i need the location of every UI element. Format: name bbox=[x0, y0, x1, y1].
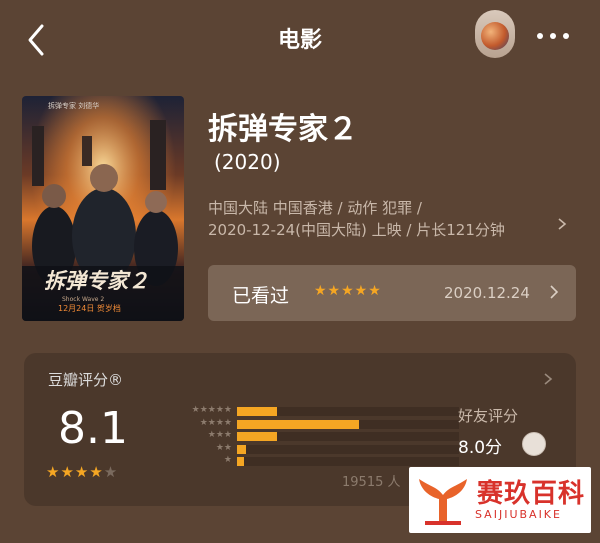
movie-poster[interactable]: 拆弹专家２ Shock Wave 2 12月24日 贺岁档 拆弹专家 刘德华 bbox=[22, 96, 184, 321]
poster-title: 拆弹专家２ bbox=[44, 269, 149, 293]
movie-meta-line1: 中国大陆 中国香港 / 动作 犯罪 / bbox=[208, 199, 422, 217]
watermark-name: 赛玖百科 bbox=[477, 479, 586, 509]
user-avatar-button[interactable] bbox=[475, 10, 515, 58]
my-rating-stars: ★★★★★ bbox=[314, 283, 382, 299]
movie-meta-line2[interactable]: 2020-12-24(中国大陆) 上映 / 片长121分钟 bbox=[208, 219, 505, 240]
watched-date: 2020.12.24 bbox=[444, 284, 530, 302]
rating-distribution-track bbox=[237, 407, 459, 416]
rating-distribution-bar bbox=[237, 457, 244, 466]
rating-distribution-track bbox=[237, 419, 459, 429]
poster-date: 12月24日 贺岁档 bbox=[58, 303, 121, 313]
rating-distribution-stars: ★ bbox=[223, 455, 232, 465]
more-dots-icon bbox=[537, 33, 569, 39]
avatar bbox=[481, 22, 509, 50]
rating-stars-filled: ★★★★ bbox=[46, 463, 104, 481]
friend-rating-label: 好友评分 bbox=[458, 407, 519, 425]
more-button[interactable] bbox=[535, 26, 571, 46]
rating-count: 19515 人 bbox=[342, 475, 401, 490]
watched-label: 已看过 bbox=[232, 285, 290, 307]
movie-year: (2020) bbox=[214, 150, 281, 174]
rating-distribution-bar bbox=[237, 419, 359, 429]
friend-avatar[interactable] bbox=[522, 432, 546, 456]
friend-rating-score: 8.0分 bbox=[458, 438, 503, 458]
rating-distribution-bar bbox=[237, 432, 277, 441]
whale-tail-logo-icon bbox=[419, 479, 467, 525]
rating-score: 8.1 bbox=[58, 403, 128, 454]
rating-stars-empty: ★ bbox=[103, 463, 119, 481]
poster-image: 拆弹专家２ Shock Wave 2 12月24日 贺岁档 拆弹专家 刘德华 bbox=[22, 96, 184, 321]
rating-distribution-track bbox=[237, 444, 459, 454]
rating-distribution-bar bbox=[237, 444, 246, 454]
movie-title: 拆弹专家２ bbox=[208, 112, 358, 147]
rating-distribution-track bbox=[237, 457, 459, 466]
watermark-logo: 赛玖百科 SAIJIUBAIKE bbox=[409, 467, 591, 533]
rating-distribution-stars: ★★★ bbox=[207, 430, 232, 440]
watermark-sub: SAIJIUBAIKE bbox=[475, 508, 562, 521]
watched-chevron-icon bbox=[548, 283, 560, 305]
rating-distribution-stars: ★★★★ bbox=[199, 417, 232, 428]
poster-top-text: 拆弹专家 刘德华 bbox=[48, 101, 99, 110]
rating-distribution-track bbox=[237, 432, 459, 441]
rating-distribution-stars: ★★ bbox=[215, 442, 232, 453]
poster-tagline: Shock Wave 2 bbox=[62, 296, 104, 303]
rating-distribution-bar bbox=[237, 407, 277, 416]
rating-distribution-stars: ★★★★★ bbox=[191, 405, 232, 415]
rating-stars: ★★★★★ bbox=[46, 463, 118, 481]
watched-status-button[interactable]: 已看过 ★★★★★ 2020.12.24 bbox=[208, 265, 576, 321]
rating-chevron-icon bbox=[542, 371, 554, 391]
movie-meta-chevron-icon bbox=[556, 216, 568, 236]
rating-label: 豆瓣评分® bbox=[48, 371, 124, 389]
